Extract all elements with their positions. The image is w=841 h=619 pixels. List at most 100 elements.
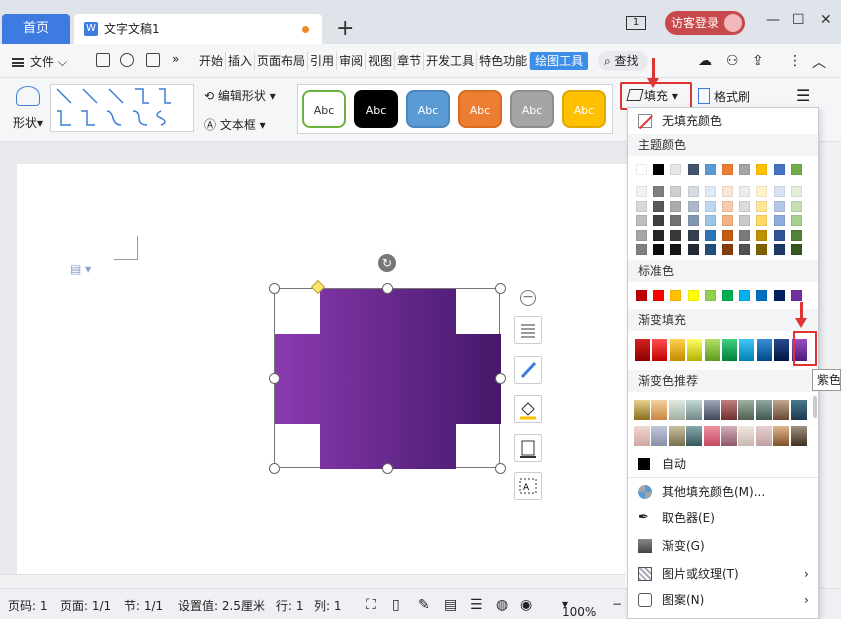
- recommended-gradient-swatch[interactable]: [721, 400, 737, 420]
- theme-color-swatch[interactable]: [670, 164, 682, 175]
- plus-shape[interactable]: [275, 289, 501, 469]
- gradient-color-swatch[interactable]: [722, 339, 737, 361]
- theme-color-shade-swatch[interactable]: [790, 200, 802, 212]
- visitor-login-button[interactable]: 访客登录: [665, 11, 745, 35]
- theme-color-shade-swatch[interactable]: [636, 186, 647, 197]
- edit-shape-button[interactable]: ⟲ 编辑形状 ▾: [204, 87, 276, 104]
- minimize-icon[interactable]: —: [766, 12, 780, 28]
- theme-color-shade-swatch[interactable]: [773, 215, 785, 226]
- theme-color-shade-swatch[interactable]: [670, 200, 682, 212]
- recommended-gradient-swatch[interactable]: [773, 426, 790, 446]
- recommended-gradient-swatch[interactable]: [790, 426, 807, 446]
- theme-color-shade-swatch[interactable]: [739, 229, 751, 241]
- theme-color-shade-swatch[interactable]: [773, 244, 785, 255]
- theme-color-shade-swatch[interactable]: [653, 229, 665, 241]
- theme-color-shade-swatch[interactable]: [636, 215, 647, 226]
- standard-color-swatch[interactable]: [670, 290, 682, 301]
- resize-handle-n[interactable]: [382, 283, 393, 294]
- recommended-gradient-swatch[interactable]: [634, 400, 650, 420]
- recommended-gradient-swatch[interactable]: [773, 400, 790, 420]
- recommended-gradient-swatch[interactable]: [703, 426, 720, 446]
- gradient-color-swatch[interactable]: [687, 339, 703, 361]
- collapse-toolbar-icon[interactable]: −: [520, 290, 536, 306]
- theme-color-shade-swatch[interactable]: [739, 244, 751, 255]
- tab-reference[interactable]: 引用: [308, 52, 338, 70]
- rotate-handle-icon[interactable]: ↻: [378, 254, 396, 272]
- gradient-color-swatch[interactable]: [774, 339, 790, 361]
- tab-review[interactable]: 审阅: [337, 52, 367, 70]
- zoom-level[interactable]: 100% ▾: [562, 597, 596, 619]
- gradient-color-swatch[interactable]: [739, 339, 755, 361]
- theme-color-shade-swatch[interactable]: [636, 200, 647, 212]
- search-button[interactable]: ⌕ 查找: [598, 51, 648, 71]
- file-menu[interactable]: 文件 ⌵: [12, 53, 67, 70]
- tab-view[interactable]: 视图: [366, 52, 396, 70]
- standard-color-swatch[interactable]: [756, 290, 768, 301]
- outline-view-icon[interactable]: ☰: [470, 597, 483, 613]
- new-tab-plus-icon[interactable]: +: [336, 14, 354, 44]
- shape-style-1[interactable]: Abc: [302, 90, 346, 128]
- cloud-icon[interactable]: ☁: [698, 53, 712, 69]
- theme-color-shade-swatch[interactable]: [790, 215, 802, 226]
- resize-handle-w[interactable]: [269, 373, 280, 384]
- gradient-color-swatch[interactable]: [704, 339, 720, 361]
- picture-texture-item[interactable]: 图片或纹理(T) ›: [628, 563, 818, 585]
- horizontal-scrollbar[interactable]: [0, 574, 625, 588]
- recommended-gradient-swatch[interactable]: [703, 400, 720, 420]
- tab-developer[interactable]: 开发工具: [424, 52, 478, 70]
- gradient-item[interactable]: 渐变(G): [628, 535, 818, 557]
- tab-chapter[interactable]: 章节: [395, 52, 425, 70]
- text-wrap-icon[interactable]: ☰: [796, 86, 810, 105]
- theme-color-shade-swatch[interactable]: [653, 244, 665, 255]
- theme-color-shade-swatch[interactable]: [704, 244, 716, 255]
- theme-color-shade-swatch[interactable]: [773, 186, 785, 197]
- theme-color-shade-swatch[interactable]: [704, 229, 716, 241]
- theme-color-swatch[interactable]: [739, 164, 751, 175]
- resize-handle-ne[interactable]: [495, 283, 506, 294]
- print-icon[interactable]: [146, 53, 160, 67]
- shape-style-4[interactable]: Abc: [458, 90, 502, 128]
- fill-bucket-icon[interactable]: [514, 395, 542, 423]
- theme-color-shade-swatch[interactable]: [756, 229, 768, 241]
- eye-protect-icon[interactable]: ◉: [520, 597, 532, 613]
- theme-color-swatch[interactable]: [756, 164, 768, 175]
- theme-color-shade-swatch[interactable]: [670, 244, 682, 255]
- recommended-gradient-swatch[interactable]: [651, 400, 668, 420]
- theme-color-shade-swatch[interactable]: [653, 186, 665, 197]
- gradient-color-swatch[interactable]: [669, 339, 685, 361]
- no-fill-item[interactable]: 无填充颜色: [628, 110, 818, 132]
- tab-start[interactable]: 开始: [197, 52, 227, 70]
- shape-style-3[interactable]: Abc: [406, 90, 450, 128]
- theme-color-shade-swatch[interactable]: [756, 200, 768, 212]
- theme-color-shade-swatch[interactable]: [687, 215, 699, 226]
- theme-color-shade-swatch[interactable]: [722, 200, 733, 212]
- recommended-gradient-swatch[interactable]: [738, 426, 755, 446]
- more-options-icon[interactable]: ⋮: [788, 53, 802, 69]
- web-view-icon[interactable]: ◍: [496, 597, 508, 613]
- theme-color-shade-swatch[interactable]: [739, 186, 751, 197]
- theme-color-swatch[interactable]: [773, 164, 785, 175]
- theme-color-shade-swatch[interactable]: [773, 229, 785, 241]
- paragraph-icon[interactable]: ▤ ▾: [70, 262, 91, 276]
- zoom-out-icon[interactable]: −: [612, 597, 622, 611]
- recommended-gradient-swatch[interactable]: [738, 400, 755, 420]
- theme-color-swatch[interactable]: [653, 164, 665, 175]
- resize-handle-sw[interactable]: [269, 463, 280, 474]
- auto-color-item[interactable]: 自动: [628, 453, 818, 475]
- theme-color-shade-swatch[interactable]: [756, 186, 768, 197]
- theme-color-shade-swatch[interactable]: [653, 200, 665, 212]
- pen-icon[interactable]: [514, 356, 542, 384]
- fullscreen-icon[interactable]: ⛶: [366, 597, 376, 613]
- eyedropper-item[interactable]: ✒ 取色器(E): [628, 507, 818, 529]
- connector-gallery[interactable]: [50, 84, 194, 132]
- recommended-gradient-swatch[interactable]: [651, 426, 668, 446]
- gradient-color-swatch[interactable]: [635, 339, 650, 361]
- gradient-color-swatch[interactable]: [756, 339, 772, 361]
- recommended-gradient-swatch[interactable]: [755, 426, 772, 446]
- recommended-gradient-swatch[interactable]: [668, 400, 685, 420]
- format-painter-button[interactable]: 格式刷: [696, 88, 750, 105]
- theme-color-shade-swatch[interactable]: [790, 244, 802, 255]
- recommended-gradient-swatch[interactable]: [668, 426, 685, 446]
- read-mode-icon[interactable]: ▯: [392, 597, 400, 613]
- shape-style-5[interactable]: Abc: [510, 90, 554, 128]
